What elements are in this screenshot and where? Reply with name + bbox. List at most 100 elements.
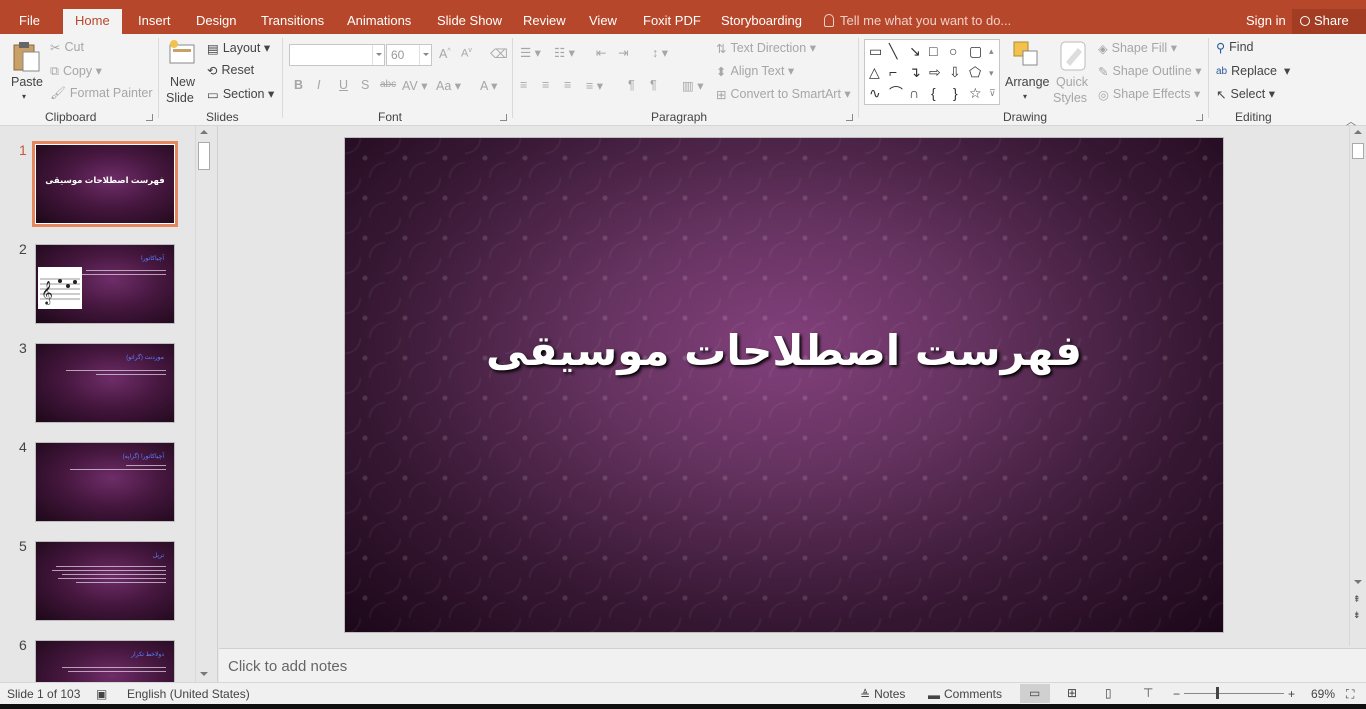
notes-placeholder[interactable]: Click to add notes <box>228 658 347 675</box>
numbering-icon[interactable]: ☷ ▾ <box>554 45 575 60</box>
slide-title-text[interactable]: فهرست اصطلاحات موسیقی <box>345 326 1223 375</box>
tab-animations[interactable]: Animations <box>347 0 411 34</box>
tab-design[interactable]: Design <box>196 0 236 34</box>
underline-icon[interactable]: U <box>339 78 348 92</box>
font-launcher-icon[interactable] <box>500 114 507 121</box>
columns-icon[interactable]: ▥ ▾ <box>682 78 704 93</box>
arrange-button[interactable]: Arrange ▾ <box>1005 40 1049 106</box>
more-shapes-icon[interactable]: ⊽ <box>989 86 996 100</box>
share-button[interactable]: Share <box>1292 9 1366 34</box>
slide-thumbnail-6[interactable]: دولاخط تکرار <box>35 640 175 682</box>
zoom-in-icon[interactable]: + <box>1288 687 1295 701</box>
rectangle-shape-icon[interactable]: □ <box>929 44 937 58</box>
font-name-field[interactable] <box>289 44 385 66</box>
thumbnails-scrollbar[interactable] <box>195 126 212 682</box>
slide-thumbnail-2[interactable]: آچیاکاتورا 𝄞 <box>35 244 175 324</box>
zoom-level[interactable]: 69% <box>1311 687 1335 701</box>
textbox-shape-icon[interactable]: ▭ <box>869 44 882 58</box>
paste-button[interactable]: Paste ▾ <box>8 40 44 106</box>
font-size-field[interactable]: 60 <box>386 44 432 66</box>
slide-thumbnail-3[interactable]: موردنت (گراتو) <box>35 343 175 423</box>
paragraph-launcher-icon[interactable] <box>846 114 853 121</box>
bullets-icon[interactable]: ☰ ▾ <box>520 45 541 60</box>
tab-slide-show[interactable]: Slide Show <box>437 0 502 34</box>
language-indicator[interactable]: English (United States) <box>127 687 250 701</box>
scrollbar-thumb[interactable] <box>1352 143 1364 159</box>
next-slide-icon[interactable]: ⇟ <box>1353 610 1361 621</box>
reset-button[interactable]: ⟲ Reset <box>207 63 254 78</box>
slide-thumbnail-5[interactable]: تریل <box>35 541 175 621</box>
zoom-slider[interactable] <box>1184 693 1284 694</box>
scroll-down-icon[interactable] <box>1354 580 1362 584</box>
quick-styles-button[interactable]: Quick Styles <box>1052 40 1094 110</box>
character-spacing-icon[interactable]: AV ▾ <box>402 78 428 93</box>
tab-file[interactable]: File <box>19 0 40 34</box>
increase-indent-icon[interactable]: ⇥ <box>618 45 628 60</box>
zoom-out-icon[interactable]: − <box>1173 687 1180 701</box>
find-button[interactable]: ⚲ Find <box>1216 40 1253 55</box>
drawing-launcher-icon[interactable] <box>1196 114 1203 121</box>
notes-toggle-button[interactable]: ≜ Notes <box>860 687 905 702</box>
elbow-arrow-icon[interactable]: ↴ <box>909 65 921 79</box>
scroll-up-icon[interactable] <box>1354 130 1362 134</box>
convert-smartart-button[interactable]: ⊞ Convert to SmartArt ▾ <box>716 86 851 102</box>
line-shape-icon[interactable]: ╲ <box>889 44 897 58</box>
section-button[interactable]: ▭ Section ▾ <box>207 86 274 102</box>
rtl-icon[interactable]: ¶ <box>650 78 657 92</box>
scroll-up-icon[interactable] <box>200 130 208 134</box>
italic-icon[interactable]: I <box>317 78 320 92</box>
elbow-connector-icon[interactable]: ⌐ <box>889 65 897 79</box>
tab-storyboarding[interactable]: Storyboarding <box>721 0 802 34</box>
scroll-down-icon[interactable]: ▾ <box>989 66 994 80</box>
scrollbar-thumb[interactable] <box>198 142 210 170</box>
format-painter-button[interactable]: 🖌 Format Painter <box>50 86 153 101</box>
arrow-line-shape-icon[interactable]: ↘ <box>909 44 921 58</box>
chevron-down-icon[interactable] <box>372 45 384 65</box>
slide-scrollbar[interactable]: ⇞ ⇟ <box>1349 126 1366 646</box>
zoom-slider-handle[interactable] <box>1216 687 1219 699</box>
spell-check-icon[interactable]: ▣ <box>96 687 107 701</box>
line-spacing-icon[interactable]: ↕ ▾ <box>652 45 668 60</box>
slide-show-button[interactable]: ⊤ <box>1134 684 1164 703</box>
decrease-indent-icon[interactable]: ⇤ <box>596 45 606 60</box>
left-brace-shape-icon[interactable]: { <box>931 86 936 100</box>
shapes-gallery[interactable]: ▭ ╲ ↘ □ ○ ▢ △ ⌐ ↴ ⇨ ⇩ ⬠ ∿ ⌒ ∩ { } ☆ ▴ ▾ … <box>864 39 1000 105</box>
fit-slide-icon[interactable]: ⛶ <box>1346 687 1354 702</box>
layout-button[interactable]: ▤ Layout ▾ <box>207 40 270 56</box>
scroll-up-icon[interactable]: ▴ <box>989 44 994 58</box>
slide-sorter-button[interactable]: ⊞ <box>1058 684 1088 703</box>
tab-transitions[interactable]: Transitions <box>261 0 324 34</box>
change-case-icon[interactable]: Aa ▾ <box>436 78 461 93</box>
replace-button[interactable]: ab Replace ▾ <box>1216 63 1290 78</box>
increase-font-icon[interactable]: A^ <box>439 47 451 61</box>
tab-home[interactable]: Home <box>63 9 122 34</box>
align-left-icon[interactable]: ≡ <box>520 78 527 92</box>
shape-effects-button[interactable]: ◎ Shape Effects ▾ <box>1098 86 1200 102</box>
oval-shape-icon[interactable]: ○ <box>949 44 957 58</box>
freeform-shape-icon[interactable]: ∿ <box>869 86 881 100</box>
clipboard-launcher-icon[interactable] <box>146 114 153 121</box>
bold-icon[interactable]: B <box>294 78 303 92</box>
chevron-down-icon[interactable] <box>419 45 431 65</box>
star-shape-icon[interactable]: ☆ <box>969 86 982 100</box>
shape-outline-button[interactable]: ✎ Shape Outline ▾ <box>1098 63 1201 79</box>
down-arrow-shape-icon[interactable]: ⇩ <box>949 65 961 79</box>
justify-icon[interactable]: ≡ ▾ <box>586 78 603 93</box>
comments-toggle-button[interactable]: ▬ Comments <box>928 687 1002 702</box>
right-arrow-shape-icon[interactable]: ⇨ <box>929 65 941 79</box>
curve-shape-icon[interactable]: ⌒ <box>889 86 903 100</box>
pentagon-shape-icon[interactable]: ⬠ <box>969 65 981 79</box>
current-slide[interactable]: فهرست اصطلاحات موسیقی <box>344 137 1224 633</box>
previous-slide-icon[interactable]: ⇞ <box>1353 594 1361 605</box>
shape-fill-button[interactable]: ◈ Shape Fill ▾ <box>1098 40 1177 56</box>
new-slide-button[interactable]: New Slide <box>164 39 202 109</box>
tab-foxit-pdf[interactable]: Foxit PDF <box>643 0 701 34</box>
cut-button[interactable]: ✂ Cut <box>50 40 84 55</box>
right-brace-shape-icon[interactable]: } <box>953 86 958 100</box>
align-center-icon[interactable]: ≡ <box>542 78 549 92</box>
clear-formatting-icon[interactable]: ⌫ <box>490 46 508 61</box>
shadow-icon[interactable]: S <box>361 78 369 92</box>
ltr-icon[interactable]: ¶ <box>628 78 635 92</box>
decrease-font-icon[interactable]: Av <box>461 47 472 60</box>
arc-shape-icon[interactable]: ∩ <box>909 86 919 100</box>
